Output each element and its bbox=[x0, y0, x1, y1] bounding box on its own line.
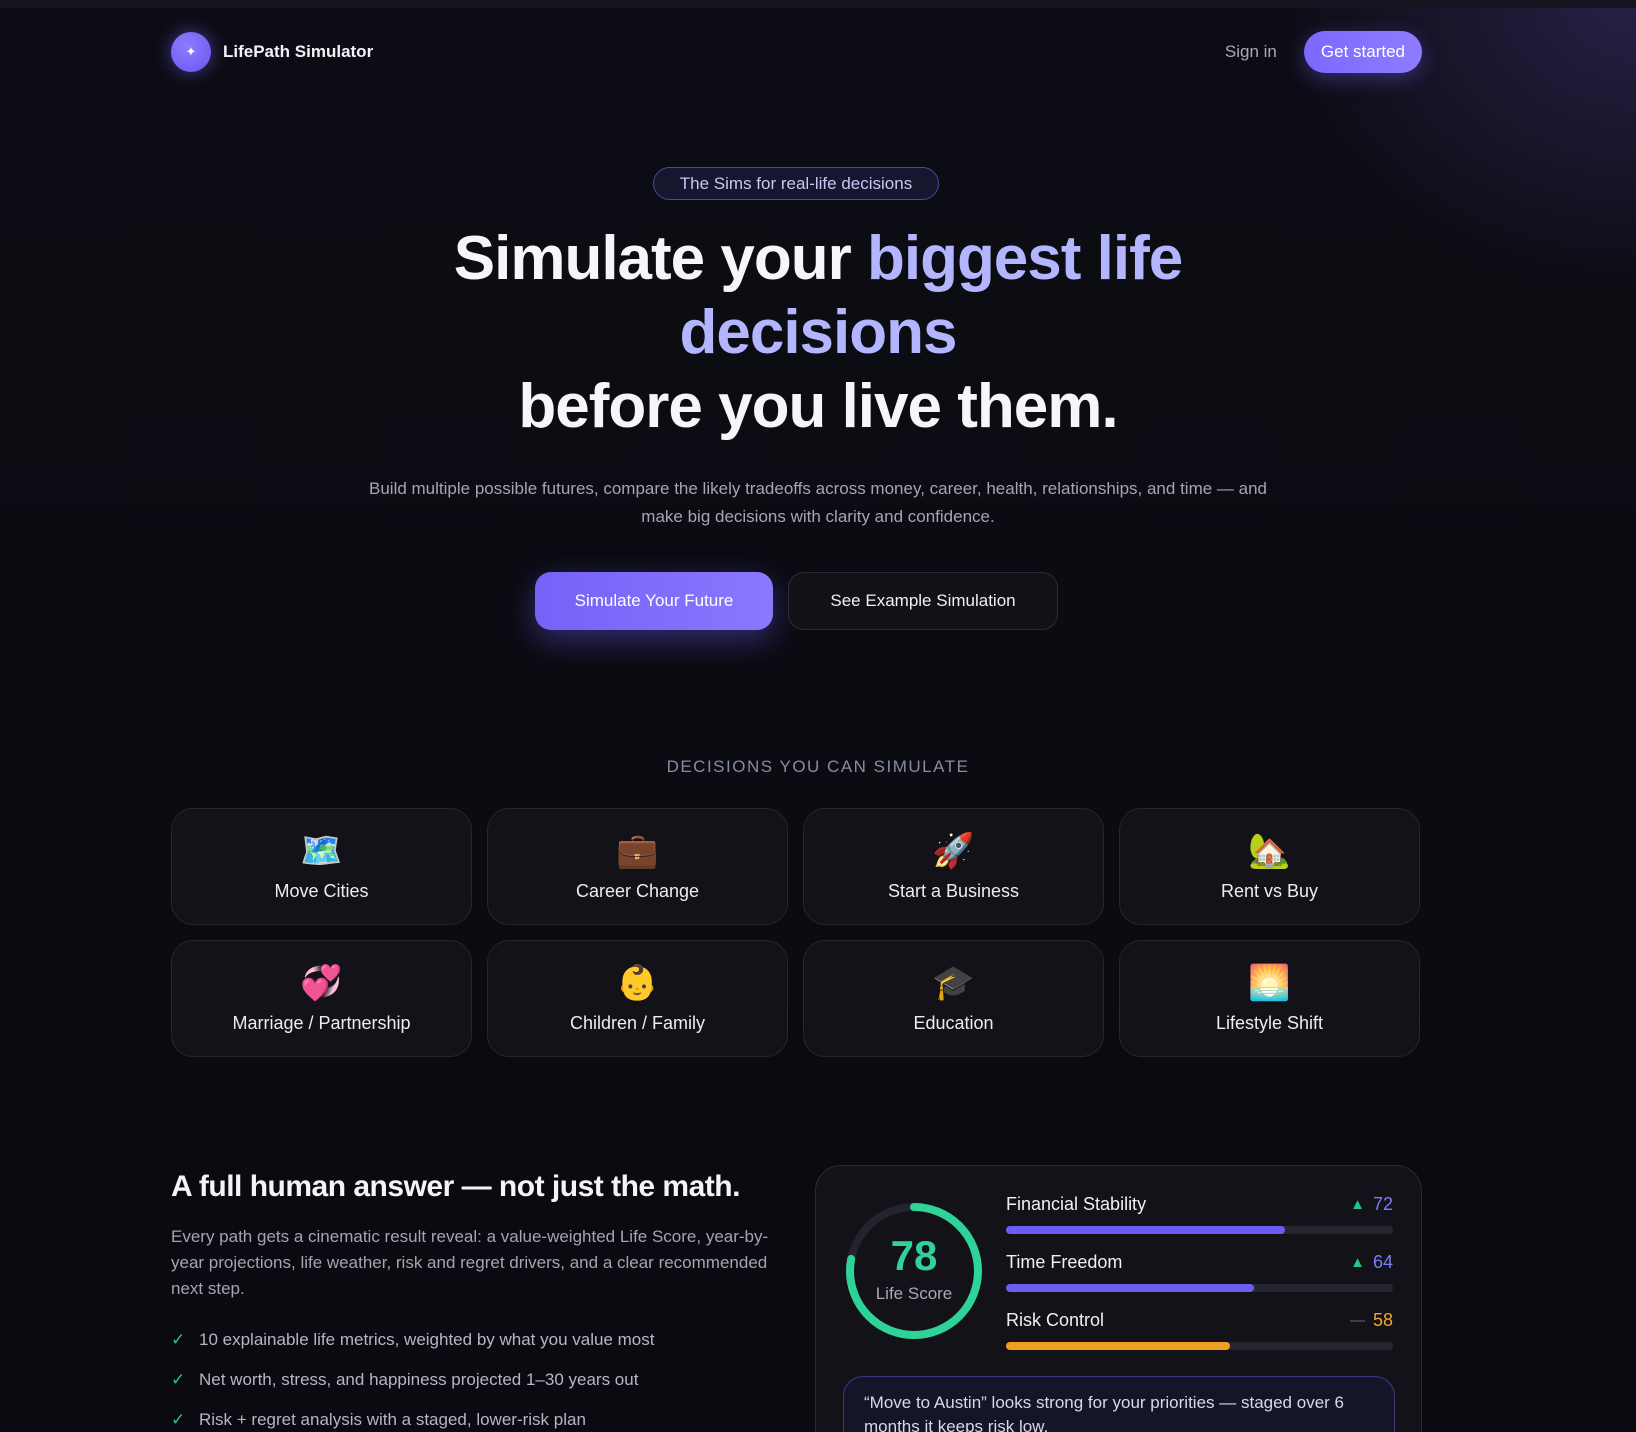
feature-checklist: ✓ 10 explainable life metrics, weighted b… bbox=[171, 1330, 791, 1432]
metric-name: Time Freedom bbox=[1006, 1252, 1123, 1272]
graduation-cap-icon: 🎓 bbox=[932, 963, 975, 1003]
decision-card[interactable]: 🎓 Education bbox=[803, 940, 1104, 1057]
decision-card-label: Start a Business bbox=[887, 881, 1020, 901]
metric-value: 58 bbox=[1372, 1310, 1393, 1330]
decision-card[interactable]: 👶 Children / Family bbox=[487, 940, 788, 1057]
metric-bar-track bbox=[1006, 1284, 1393, 1292]
life-score-value: 78 bbox=[890, 1232, 938, 1279]
house-icon: 🏡 bbox=[1248, 831, 1291, 871]
baby-icon: 👶 bbox=[616, 963, 659, 1003]
decision-card-label: Rent vs Buy bbox=[1220, 881, 1319, 901]
decision-card-label: Lifestyle Shift bbox=[1215, 1013, 1324, 1033]
metric-row: Time Freedom ▲ 64 bbox=[1006, 1252, 1393, 1310]
sunrise-icon: 🌅 bbox=[1248, 963, 1291, 1003]
get-started-button[interactable]: Get started bbox=[1303, 31, 1422, 73]
metric-name: Financial Stability bbox=[1006, 1194, 1147, 1214]
decision-card-label: Career Change bbox=[575, 881, 700, 901]
check-icon: ✓ bbox=[171, 1330, 186, 1349]
brand[interactable]: ✦ LifePath Simulator bbox=[171, 31, 373, 73]
landing-page: ✦ LifePath Simulator Sign in Get started… bbox=[0, 0, 1636, 1432]
rocket-icon: 🚀 bbox=[932, 831, 975, 871]
decision-card-label: Children / Family bbox=[569, 1013, 706, 1033]
checklist-item: ✓ Net worth, stress, and happiness projec… bbox=[171, 1370, 791, 1410]
hearts-icon: 💞 bbox=[300, 963, 343, 1003]
logo-sparkle-icon: ✦ bbox=[171, 32, 211, 72]
metric-bar-track bbox=[1006, 1226, 1393, 1234]
nav-actions: Sign in Get started bbox=[1225, 31, 1422, 73]
checklist-text: Risk + regret analysis with a staged, lo… bbox=[199, 1410, 586, 1429]
decision-card-label: Marriage / Partnership bbox=[232, 1013, 411, 1033]
hero-buttons: Simulate Your Future See Example Simulat… bbox=[535, 572, 1058, 630]
lower-section-title: A full human answer — not just the math. bbox=[171, 1170, 740, 1203]
brand-name: LifePath Simulator bbox=[223, 42, 374, 61]
tagline-pill: The Sims for real-life decisions bbox=[653, 167, 939, 200]
top-nav: ✦ LifePath Simulator Sign in Get started bbox=[171, 31, 1422, 73]
decision-grid: 🗺️ Move Cities 💼 Career Change 🚀 Start a Busi… bbox=[171, 808, 1422, 1057]
metric-value-group: ▲ 72 bbox=[1350, 1194, 1393, 1215]
recommendation-quote: “Move to Austin” looks strong for your p… bbox=[843, 1376, 1395, 1432]
metric-name: Risk Control bbox=[1006, 1310, 1105, 1330]
metric-value-group: — 58 bbox=[1350, 1310, 1393, 1331]
checklist-text: Net worth, stress, and happiness project… bbox=[199, 1370, 639, 1389]
metric-value: 64 bbox=[1372, 1252, 1393, 1272]
metric-value: 72 bbox=[1372, 1194, 1393, 1214]
metric-list: Financial Stability ▲ 72 Time Freedom ▲ 64 Ris… bbox=[1006, 1194, 1393, 1368]
see-example-button[interactable]: See Example Simulation bbox=[788, 572, 1058, 630]
life-score-panel: 78 Life Score Financial Stability ▲ 72 Time… bbox=[815, 1165, 1422, 1432]
decision-card[interactable]: 🌅 Lifestyle Shift bbox=[1119, 940, 1420, 1057]
metric-row: Risk Control — 58 bbox=[1006, 1310, 1393, 1368]
metric-bar-track bbox=[1006, 1342, 1393, 1350]
life-score-label: Life Score bbox=[875, 1284, 953, 1303]
hero-subtitle: Build multiple possible futures, compare… bbox=[369, 479, 1267, 526]
map-icon: 🗺️ bbox=[300, 831, 343, 871]
trend-up-icon: ▲ bbox=[1350, 1254, 1365, 1271]
metric-bar-fill bbox=[1006, 1342, 1231, 1350]
lower-section-description: Every path gets a cinematic result revea… bbox=[171, 1227, 769, 1298]
hero-headline: Simulate your biggest life decisions bef… bbox=[318, 222, 1318, 444]
metric-value-group: ▲ 64 bbox=[1350, 1252, 1393, 1273]
decision-card[interactable]: 🏡 Rent vs Buy bbox=[1119, 808, 1420, 925]
checklist-item: ✓ Risk + regret analysis with a staged, l… bbox=[171, 1410, 791, 1432]
decision-card[interactable]: 🗺️ Move Cities bbox=[171, 808, 472, 925]
decision-card[interactable]: 🚀 Start a Business bbox=[803, 808, 1104, 925]
metric-row: Financial Stability ▲ 72 bbox=[1006, 1194, 1393, 1252]
decision-card[interactable]: 💞 Marriage / Partnership bbox=[171, 940, 472, 1057]
metric-bar-fill bbox=[1006, 1226, 1285, 1234]
decision-card-label: Move Cities bbox=[274, 881, 369, 901]
trend-up-icon: ▲ bbox=[1350, 1196, 1365, 1213]
headline-part1: Simulate your bbox=[453, 224, 867, 293]
check-icon: ✓ bbox=[171, 1410, 186, 1429]
decision-card[interactable]: 💼 Career Change bbox=[487, 808, 788, 925]
logo-glyph: ✦ bbox=[185, 44, 197, 59]
trend-flat-icon: — bbox=[1349, 1312, 1365, 1329]
simulate-future-button[interactable]: Simulate Your Future bbox=[535, 572, 773, 630]
headline-part2: before you live them. bbox=[518, 372, 1118, 441]
metric-bar-fill bbox=[1006, 1284, 1254, 1292]
checklist-text: 10 explainable life metrics, weighted by… bbox=[199, 1330, 655, 1349]
decision-card-label: Education bbox=[913, 1013, 994, 1033]
sign-in-link[interactable]: Sign in bbox=[1225, 42, 1277, 62]
checklist-item: ✓ 10 explainable life metrics, weighted b… bbox=[171, 1330, 791, 1370]
briefcase-icon: 💼 bbox=[616, 831, 659, 871]
decisions-section-label: DECISIONS YOU CAN SIMULATE bbox=[666, 757, 970, 776]
check-icon: ✓ bbox=[171, 1370, 186, 1389]
